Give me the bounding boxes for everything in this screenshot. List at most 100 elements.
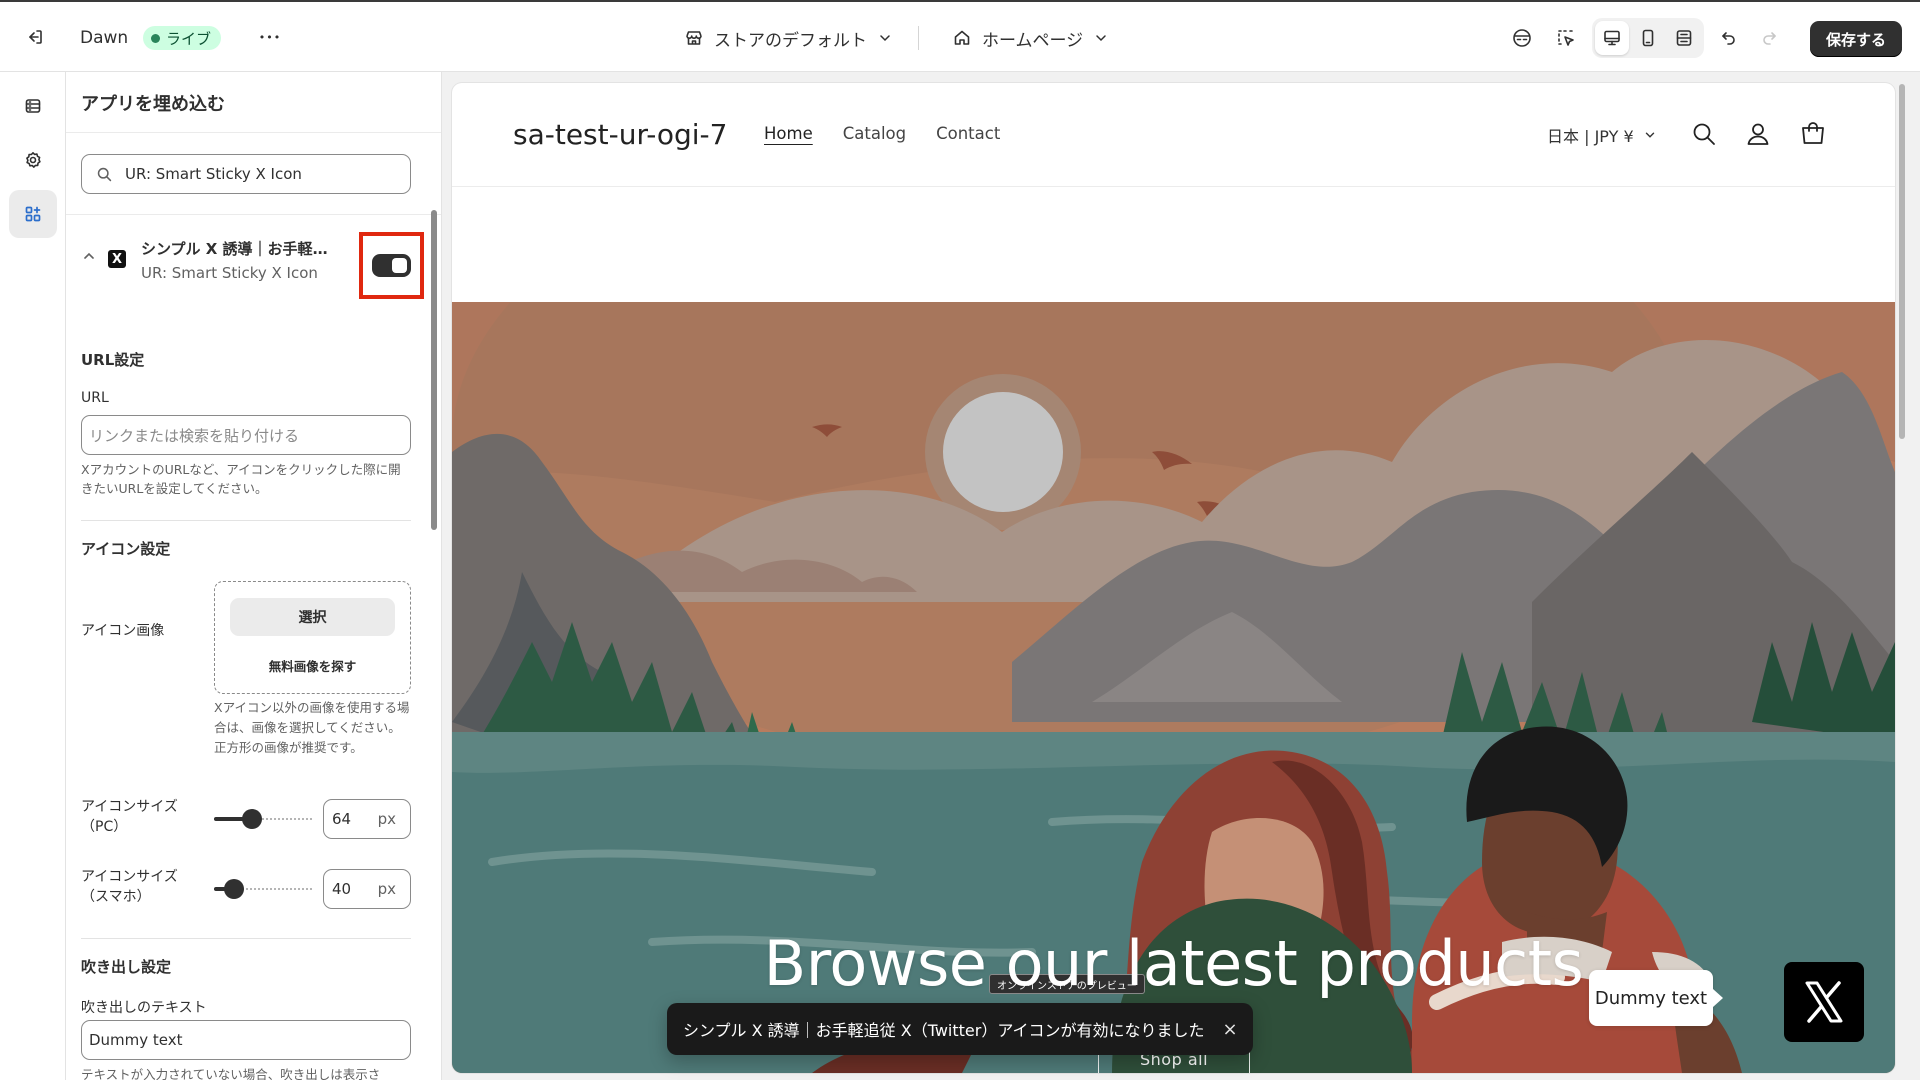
scrollbar-thumb[interactable]: [431, 210, 437, 530]
icon-image-label: アイコン画像: [81, 623, 165, 639]
storefront-preview: sa-test-ur-ogi-7 Home Catalog Contact 日本…: [452, 83, 1895, 1073]
mobile-view-button[interactable]: [1631, 21, 1665, 55]
cart-button[interactable]: [1795, 116, 1831, 152]
scrollbar-thumb[interactable]: [1899, 84, 1905, 439]
divider: [66, 132, 441, 133]
search-icon: [97, 167, 112, 181]
nav-contact[interactable]: Contact: [936, 124, 1000, 143]
app-embeds-panel: アプリを埋め込む UR: Smart Sticky X Icon X シンプル …: [66, 72, 442, 1080]
layout-icon: [1676, 30, 1692, 46]
search-value: UR: Smart Sticky X Icon: [125, 165, 302, 183]
app-enable-toggle[interactable]: [372, 254, 411, 277]
close-icon[interactable]: ×: [1223, 1019, 1238, 1040]
chevron-down-icon: [1645, 132, 1654, 138]
collapse-button[interactable]: [81, 248, 97, 268]
currency-label: 日本 | JPY ¥: [1547, 127, 1634, 146]
panel-title: アプリを埋め込む: [81, 94, 225, 115]
app-search-input[interactable]: UR: Smart Sticky X Icon: [81, 154, 411, 194]
gear-icon: [26, 152, 41, 168]
icon-image-picker: 選択 無料画像を探す: [214, 581, 411, 694]
free-images-link[interactable]: 無料画像を探す: [215, 656, 410, 675]
icon-section-heading: アイコン設定: [81, 540, 171, 558]
rail-theme-settings-button[interactable]: [9, 136, 57, 184]
exit-button[interactable]: [18, 20, 52, 54]
icon-size-pc-label-line2: （PC）: [81, 819, 128, 835]
x-logo-icon: X: [108, 250, 126, 268]
rail-app-embeds-button[interactable]: [9, 190, 57, 238]
divider: [81, 520, 411, 521]
icon-size-sp-slider[interactable]: [214, 879, 314, 899]
toggle-knob: [392, 258, 407, 273]
fullscreen-view-button[interactable]: [1667, 21, 1701, 55]
redo-button[interactable]: [1752, 21, 1786, 55]
url-section-heading: URL設定: [81, 351, 145, 369]
store-name[interactable]: sa-test-ur-ogi-7: [513, 118, 727, 151]
slider-handle[interactable]: [242, 809, 262, 829]
icon-size-pc-input[interactable]: 64 px: [323, 799, 411, 839]
bubble-text-label: 吹き出しのテキスト: [81, 1000, 207, 1016]
bubble-help-text: テキストが入力されていない場合、吹き出しは表示さ: [81, 1067, 381, 1080]
store-selector[interactable]: ストアのデフォルト: [684, 22, 893, 54]
undo-button[interactable]: [1712, 21, 1746, 55]
divider: [918, 26, 919, 50]
icon-size-pc-value: 64: [332, 810, 352, 828]
sections-icon: [25, 99, 41, 113]
store-header: sa-test-ur-ogi-7 Home Catalog Contact 日本…: [452, 83, 1895, 187]
x-speech-bubble: Dummy text: [1589, 970, 1723, 1026]
inspector-button[interactable]: [1549, 21, 1583, 55]
undo-icon: [1722, 32, 1735, 45]
bubble-text-input[interactable]: Dummy text: [81, 1020, 411, 1060]
x-logo-icon: [1805, 981, 1843, 1023]
chevron-up-icon: [84, 252, 94, 259]
icon-size-sp-value: 40: [332, 880, 352, 898]
toast-notification: シンプル X 誘導｜お手軽追従 X（Twitter）アイコンが有効になりました …: [667, 1003, 1253, 1055]
cart-icon: [1802, 122, 1824, 144]
theme-name: Dawn: [80, 28, 129, 48]
editor-rail: [0, 72, 66, 1080]
redo-icon: [1763, 32, 1776, 45]
panel-scrollbar[interactable]: [430, 138, 438, 1078]
icon-size-sp-label-line1: アイコンサイズ: [81, 869, 178, 885]
home-icon: [954, 30, 970, 45]
nav-catalog[interactable]: Catalog: [843, 124, 906, 143]
page-selector[interactable]: ホームページ: [952, 22, 1109, 54]
sensei-ai-button[interactable]: [1505, 21, 1539, 55]
url-input[interactable]: リンクまたは検索を貼り付ける: [81, 415, 411, 455]
top-bar: Dawn ライブ ••• ストアのデフォルト ホームページ 保存する: [0, 0, 1920, 72]
nav-home[interactable]: Home: [764, 124, 813, 143]
sticky-x-button[interactable]: [1784, 962, 1864, 1042]
viewport-switcher: [1592, 18, 1704, 58]
chevron-down-icon: [1096, 35, 1106, 42]
toast-message: シンプル X 誘導｜お手軽追従 X（Twitter）アイコンが有効になりました: [683, 1021, 1205, 1040]
live-badge: ライブ: [143, 26, 222, 50]
slider-handle[interactable]: [223, 879, 244, 899]
bubble-section-heading: 吹き出し設定: [81, 958, 172, 976]
select-image-button[interactable]: 選択: [230, 598, 395, 636]
mobile-icon: [1642, 29, 1654, 47]
desktop-icon: [1604, 30, 1620, 46]
account-button[interactable]: [1740, 116, 1776, 152]
rail-sections-button[interactable]: [9, 82, 57, 130]
divider: [66, 214, 441, 215]
more-actions-button[interactable]: •••: [255, 22, 285, 52]
page-selector-label: ホームページ: [982, 30, 1084, 51]
preview-scrollbar[interactable]: [1897, 84, 1907, 1072]
save-button[interactable]: 保存する: [1810, 21, 1903, 57]
url-placeholder: リンクまたは検索を貼り付ける: [89, 426, 300, 445]
icon-image-help: Xアイコン以外の画像を使用する場合は、画像を選択してください。正方形の画像が推奨…: [214, 700, 410, 755]
app-subtitle: UR: Smart Sticky X Icon: [141, 264, 318, 282]
currency-selector[interactable]: 日本 | JPY ¥: [1547, 123, 1657, 147]
cursor-select-icon: [1558, 30, 1574, 46]
exit-icon: [29, 30, 42, 44]
ellipsis-icon: •••: [258, 30, 282, 44]
hero-banner: オンラインストアのプレビュー Browse our latest product…: [452, 302, 1895, 1073]
desktop-view-button[interactable]: [1595, 21, 1629, 55]
live-badge-label: ライブ: [166, 29, 212, 48]
search-icon: [1693, 123, 1715, 145]
icon-size-sp-label-line2: （スマホ）: [81, 889, 151, 905]
live-dot-icon: [151, 33, 160, 43]
store-search-button[interactable]: [1686, 116, 1722, 152]
icon-size-pc-slider[interactable]: [214, 809, 314, 829]
ai-assistant-icon: [1513, 29, 1531, 47]
icon-size-sp-input[interactable]: 40 px: [323, 869, 411, 909]
